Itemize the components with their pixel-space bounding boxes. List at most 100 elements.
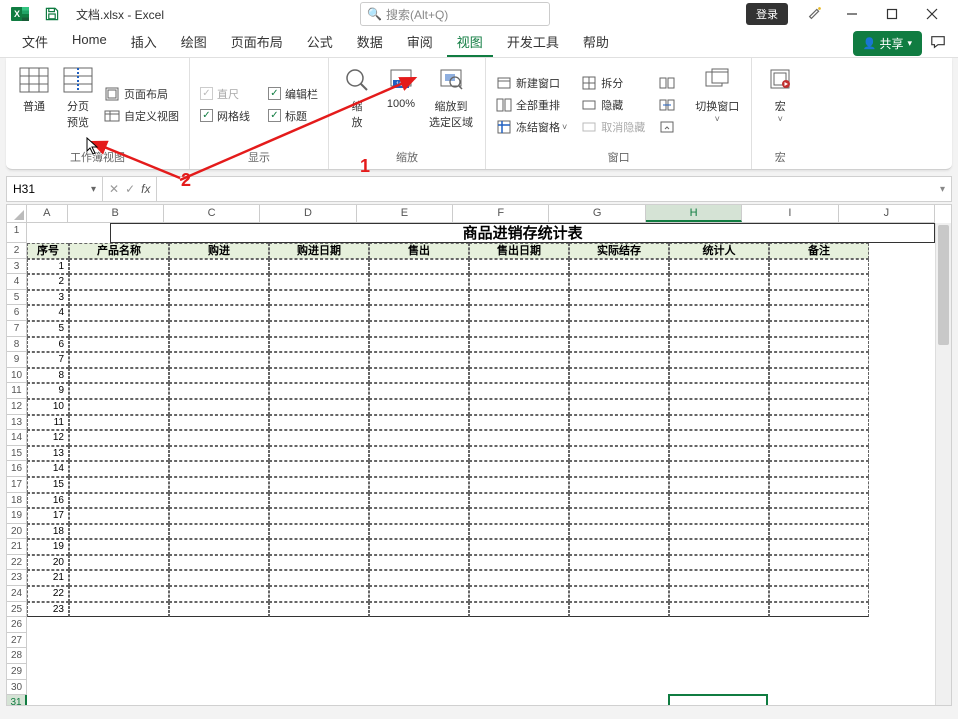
data-cell[interactable]	[69, 352, 169, 368]
data-cell[interactable]	[769, 337, 869, 353]
data-cell[interactable]	[469, 555, 569, 571]
data-cell[interactable]	[169, 570, 269, 586]
data-cell[interactable]	[169, 290, 269, 306]
zoom-to-selection-button[interactable]: 缩放到 选定区域	[425, 62, 477, 147]
data-cell[interactable]	[669, 305, 769, 321]
data-cell[interactable]	[669, 430, 769, 446]
row-header[interactable]: 12	[7, 399, 27, 415]
spreadsheet-grid[interactable]: ABCDEFGHIJ 12345678910111213141516171819…	[6, 204, 952, 706]
row-number-cell[interactable]: 21	[27, 570, 69, 586]
column-header[interactable]: C	[164, 205, 260, 222]
data-cell[interactable]	[569, 602, 669, 618]
row-number-cell[interactable]: 8	[27, 368, 69, 384]
data-cell[interactable]	[169, 274, 269, 290]
data-cell[interactable]	[69, 555, 169, 571]
search-box[interactable]: 🔍 搜索(Alt+Q)	[360, 2, 550, 26]
switch-windows-button[interactable]: 切换窗口 ˅	[691, 62, 743, 147]
data-cell[interactable]	[69, 586, 169, 602]
data-cell[interactable]	[469, 337, 569, 353]
data-cell[interactable]	[469, 570, 569, 586]
row-number-cell[interactable]: 10	[27, 399, 69, 415]
data-cell[interactable]	[269, 415, 369, 431]
row-header[interactable]: 10	[7, 368, 27, 384]
data-cell[interactable]	[69, 508, 169, 524]
row-header[interactable]: 29	[7, 664, 27, 680]
data-cell[interactable]	[69, 524, 169, 540]
data-cell[interactable]	[369, 337, 469, 353]
data-cell[interactable]	[169, 368, 269, 384]
data-cell[interactable]	[769, 415, 869, 431]
data-cell[interactable]	[669, 383, 769, 399]
data-cell[interactable]	[469, 446, 569, 462]
data-cell[interactable]	[769, 290, 869, 306]
data-cell[interactable]	[569, 305, 669, 321]
data-cell[interactable]	[269, 305, 369, 321]
data-cell[interactable]	[269, 274, 369, 290]
column-header[interactable]: I	[742, 205, 838, 222]
row-header[interactable]: 31	[7, 695, 27, 706]
row-number-cell[interactable]: 4	[27, 305, 69, 321]
data-cell[interactable]	[169, 259, 269, 275]
data-cell[interactable]	[469, 586, 569, 602]
data-cell[interactable]	[469, 493, 569, 509]
row-number-cell[interactable]: 12	[27, 430, 69, 446]
column-header[interactable]: A	[27, 205, 68, 222]
data-cell[interactable]	[569, 493, 669, 509]
data-cell[interactable]	[169, 539, 269, 555]
data-cell[interactable]	[169, 524, 269, 540]
data-cell[interactable]	[269, 524, 369, 540]
data-cell[interactable]	[569, 290, 669, 306]
data-cell[interactable]	[469, 321, 569, 337]
data-cell[interactable]	[569, 446, 669, 462]
data-cell[interactable]	[169, 446, 269, 462]
data-cell[interactable]	[669, 274, 769, 290]
page-break-preview-button[interactable]: 分页 预览	[58, 62, 98, 147]
data-cell[interactable]	[669, 602, 769, 618]
data-cell[interactable]	[369, 555, 469, 571]
row-number-cell[interactable]: 1	[27, 259, 69, 275]
data-cell[interactable]	[69, 383, 169, 399]
scrollbar-thumb[interactable]	[938, 225, 949, 345]
data-cell[interactable]	[569, 555, 669, 571]
row-header[interactable]: 15	[7, 446, 27, 462]
data-cell[interactable]	[369, 383, 469, 399]
data-cell[interactable]	[169, 352, 269, 368]
row-number-cell[interactable]: 20	[27, 555, 69, 571]
data-cell[interactable]	[369, 415, 469, 431]
menu-tab-绘图[interactable]: 绘图	[171, 28, 217, 57]
data-cell[interactable]	[569, 321, 669, 337]
hide-button[interactable]: 隐藏	[579, 95, 647, 115]
row-header[interactable]: 25	[7, 602, 27, 618]
data-cell[interactable]	[769, 430, 869, 446]
row-header[interactable]: 21	[7, 539, 27, 555]
zoom-100-button[interactable]: 100 100%	[381, 62, 421, 147]
data-cell[interactable]	[169, 555, 269, 571]
row-number-cell[interactable]: 22	[27, 586, 69, 602]
close-button[interactable]	[912, 0, 952, 28]
share-button[interactable]: 共享 ▾	[853, 31, 922, 56]
data-cell[interactable]	[669, 415, 769, 431]
data-cell[interactable]	[769, 259, 869, 275]
data-cell[interactable]	[169, 461, 269, 477]
row-header[interactable]: 13	[7, 415, 27, 431]
cells-area[interactable]: 商品进销存统计表序号产品名称购进购进日期售出售出日期实际结存统计人备注12345…	[27, 223, 935, 705]
row-header[interactable]: 24	[7, 586, 27, 602]
data-cell[interactable]	[69, 259, 169, 275]
data-cell[interactable]	[369, 274, 469, 290]
menu-tab-页面布局[interactable]: 页面布局	[221, 28, 293, 57]
sync-scroll-button[interactable]	[657, 95, 681, 115]
freeze-panes-button[interactable]: 冻结窗格˅	[494, 117, 569, 137]
data-cell[interactable]	[369, 290, 469, 306]
data-cell[interactable]	[669, 493, 769, 509]
data-cell[interactable]	[369, 586, 469, 602]
data-cell[interactable]	[269, 493, 369, 509]
row-header[interactable]: 3	[7, 259, 27, 275]
data-cell[interactable]	[669, 352, 769, 368]
row-header[interactable]: 19	[7, 508, 27, 524]
data-cell[interactable]	[769, 602, 869, 618]
table-header-cell[interactable]: 备注	[769, 243, 869, 259]
menu-tab-开发工具[interactable]: 开发工具	[497, 28, 569, 57]
row-number-cell[interactable]: 15	[27, 477, 69, 493]
data-cell[interactable]	[369, 399, 469, 415]
row-header[interactable]: 20	[7, 524, 27, 540]
